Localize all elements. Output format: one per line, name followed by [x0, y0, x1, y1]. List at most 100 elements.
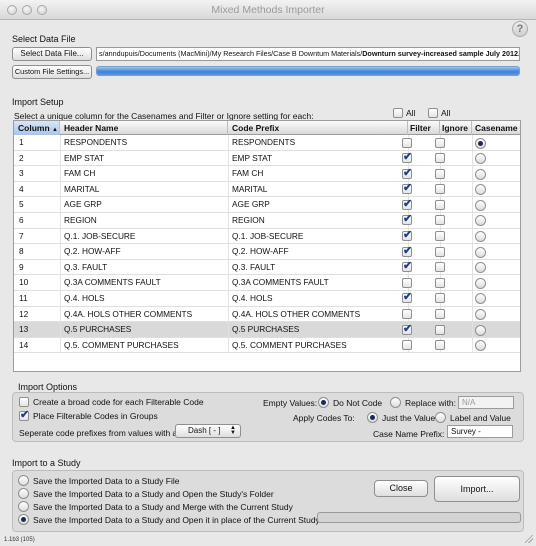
filter-checkbox[interactable]: [402, 137, 412, 148]
cell-header-name[interactable]: REGION: [64, 213, 226, 229]
cell-code-prefix[interactable]: Q.5. COMMENT PURCHASES: [232, 338, 406, 354]
cell-code-prefix[interactable]: FAM CH: [232, 166, 406, 182]
columns-table[interactable]: Column ▲ Header Name Code Prefix Filter …: [13, 120, 521, 372]
casename-radio[interactable]: [475, 309, 486, 321]
filter-checkbox[interactable]: [402, 181, 412, 195]
ignore-all-checkbox[interactable]: [428, 108, 438, 118]
header-column[interactable]: Column ▲: [14, 121, 60, 135]
broad-code-checkbox[interactable]: [19, 397, 29, 407]
empty-do-not-code-radio[interactable]: [318, 397, 329, 408]
table-row[interactable]: 14 Q.5. COMMENT PURCHASES Q.5. COMMENT PUR…: [14, 337, 520, 354]
casename-radio[interactable]: [475, 184, 486, 196]
cell-code-prefix[interactable]: Q.1. JOB-SECURE: [232, 229, 406, 245]
study-option-radio[interactable]: [18, 501, 29, 512]
cell-code-prefix[interactable]: Q.3A COMMENTS FAULT: [232, 275, 406, 291]
cell-code-prefix[interactable]: REGION: [232, 213, 406, 229]
ignore-checkbox[interactable]: [435, 324, 445, 335]
ignore-checkbox[interactable]: [435, 293, 445, 304]
cell-header-name[interactable]: Q.5. COMMENT PURCHASES: [64, 338, 226, 354]
filter-checkbox[interactable]: [402, 197, 412, 210]
study-option-radio[interactable]: [18, 475, 29, 486]
close-button[interactable]: Close: [374, 480, 428, 497]
filter-all-checkbox[interactable]: [393, 108, 403, 118]
header-header-name[interactable]: Header Name: [60, 121, 228, 135]
cell-header-name[interactable]: FAM CH: [64, 166, 226, 182]
ignore-checkbox[interactable]: [435, 309, 445, 320]
filter-checkbox[interactable]: [402, 166, 412, 179]
ignore-checkbox[interactable]: [435, 199, 445, 210]
casename-radio[interactable]: [475, 277, 486, 289]
apply-just-value-radio[interactable]: [367, 412, 378, 423]
resize-grip-icon[interactable]: [525, 535, 533, 543]
cell-header-name[interactable]: Q.3A COMMENTS FAULT: [64, 275, 226, 291]
filter-checkbox[interactable]: [402, 244, 412, 257]
ignore-checkbox[interactable]: [435, 340, 445, 351]
cell-code-prefix[interactable]: Q.4. HOLS: [232, 291, 406, 307]
cell-header-name[interactable]: MARITAL: [64, 182, 226, 198]
ignore-checkbox[interactable]: [435, 215, 445, 226]
ignore-checkbox[interactable]: [435, 231, 445, 242]
table-row[interactable]: 2 EMP STAT EMP STAT: [14, 150, 520, 167]
custom-file-settings-button[interactable]: Custom File Settings...: [12, 65, 92, 79]
cell-code-prefix[interactable]: Q.3. FAULT: [232, 260, 406, 276]
ignore-checkbox[interactable]: [435, 168, 445, 179]
filter-checkbox[interactable]: [402, 340, 412, 351]
table-row[interactable]: 3 FAM CH FAM CH: [14, 166, 520, 182]
cell-code-prefix[interactable]: Q.4A. HOLS OTHER COMMENTS: [232, 307, 406, 323]
cell-code-prefix[interactable]: MARITAL: [232, 182, 406, 198]
table-row[interactable]: 13 Q.5 PURCHASES Q.5 PURCHASES: [14, 322, 520, 338]
cell-header-name[interactable]: Q.4. HOLS: [64, 291, 226, 307]
study-option-radio[interactable]: [18, 514, 29, 525]
apply-label-and-value-radio[interactable]: [435, 412, 446, 423]
header-casename[interactable]: Casename: [472, 121, 520, 135]
table-row[interactable]: 8 Q.2. HOW-AFF Q.2. HOW-AFF: [14, 244, 520, 260]
casename-radio[interactable]: [475, 199, 486, 211]
filter-checkbox[interactable]: [402, 259, 412, 273]
casename-radio[interactable]: [475, 231, 486, 243]
cell-code-prefix[interactable]: Q.2. HOW-AFF: [232, 244, 406, 260]
cell-header-name[interactable]: Q.1. JOB-SECURE: [64, 229, 226, 245]
table-row[interactable]: 6 REGION REGION: [14, 212, 520, 229]
replace-with-field[interactable]: N/A: [458, 396, 514, 409]
header-filter[interactable]: Filter: [408, 121, 440, 135]
help-icon[interactable]: ?: [512, 21, 528, 37]
cell-code-prefix[interactable]: AGE GRP: [232, 197, 406, 213]
table-row[interactable]: 5 AGE GRP AGE GRP: [14, 197, 520, 213]
table-row[interactable]: 12 Q.4A. HOLS OTHER COMMENTS Q.4A. HOLS OT…: [14, 306, 520, 323]
table-row[interactable]: 11 Q.4. HOLS Q.4. HOLS: [14, 290, 520, 307]
place-in-groups-checkbox[interactable]: [19, 408, 29, 421]
cell-code-prefix[interactable]: RESPONDENTS: [232, 135, 406, 151]
header-ignore[interactable]: Ignore: [440, 121, 472, 135]
ignore-checkbox[interactable]: [435, 137, 445, 148]
casename-radio[interactable]: [475, 168, 486, 180]
filter-checkbox[interactable]: [402, 150, 412, 164]
filter-checkbox[interactable]: [402, 277, 412, 288]
table-row[interactable]: 7 Q.1. JOB-SECURE Q.1. JOB-SECURE: [14, 228, 520, 245]
casename-radio[interactable]: [475, 215, 486, 227]
ignore-checkbox[interactable]: [435, 262, 445, 273]
filter-checkbox[interactable]: [402, 290, 412, 304]
cell-code-prefix[interactable]: Q.5 PURCHASES: [232, 322, 406, 338]
casename-radio[interactable]: [475, 246, 486, 258]
ignore-checkbox[interactable]: [435, 153, 445, 164]
filter-checkbox[interactable]: [402, 228, 412, 242]
ignore-checkbox[interactable]: [435, 246, 445, 257]
casename-radio[interactable]: [475, 324, 486, 336]
empty-replace-with-radio[interactable]: [390, 397, 401, 408]
cell-header-name[interactable]: Q.3. FAULT: [64, 260, 226, 276]
casename-radio[interactable]: [475, 340, 486, 352]
casename-radio[interactable]: [475, 293, 486, 305]
cell-header-name[interactable]: AGE GRP: [64, 197, 226, 213]
case-name-prefix-field[interactable]: Survey -: [447, 425, 513, 438]
ignore-checkbox[interactable]: [435, 184, 445, 195]
cell-header-name[interactable]: Q.2. HOW-AFF: [64, 244, 226, 260]
filter-checkbox[interactable]: [402, 322, 412, 335]
cell-header-name[interactable]: Q.4A. HOLS OTHER COMMENTS: [64, 307, 226, 323]
table-row[interactable]: 1 RESPONDENTS RESPONDENTS: [14, 135, 520, 151]
cell-code-prefix[interactable]: EMP STAT: [232, 151, 406, 167]
cell-header-name[interactable]: Q.5 PURCHASES: [64, 322, 226, 338]
separator-select[interactable]: Dash [ - ] ▲ ▼: [175, 424, 241, 438]
cell-header-name[interactable]: RESPONDENTS: [64, 135, 226, 151]
casename-radio[interactable]: [475, 137, 486, 149]
filter-checkbox[interactable]: [402, 309, 412, 320]
